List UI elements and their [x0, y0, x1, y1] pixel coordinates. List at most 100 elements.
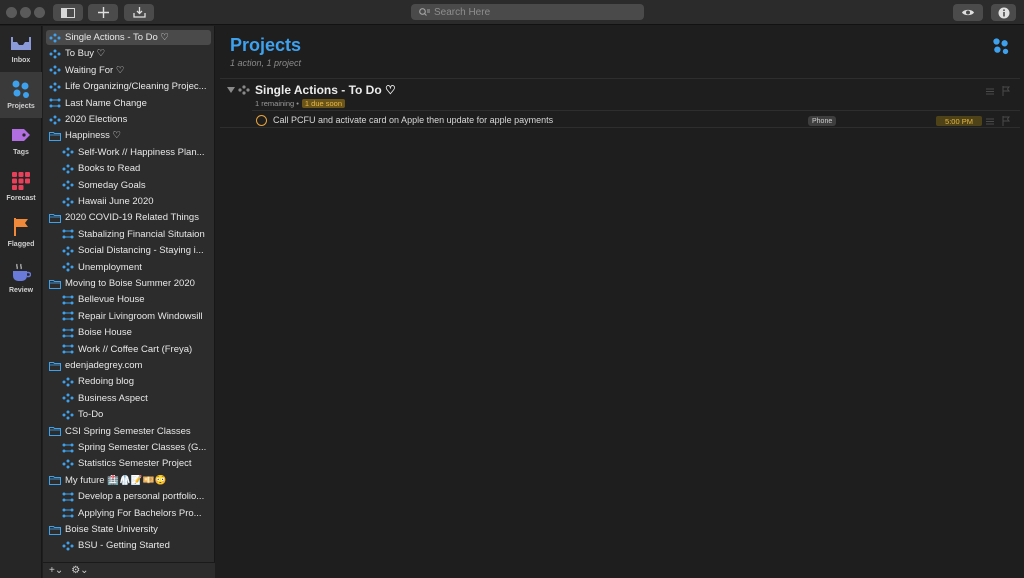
sidebar-item[interactable]: Someday Goals	[62, 178, 208, 193]
folder-icon	[49, 279, 61, 289]
sidebar-item-label: Boise House	[78, 327, 132, 339]
task-title[interactable]: Call PCFU and activate card on Apple the…	[273, 115, 553, 125]
sidebar-item[interactable]: Statistics Semester Project	[62, 456, 208, 471]
sidebar-item-label: To Buy ♡	[65, 48, 106, 60]
sidebar-item-label: Self-Work // Happiness Plan...	[78, 146, 205, 158]
sidebar-item[interactable]: Life Organizing/Cleaning Projec...	[49, 79, 208, 94]
sidebar-item[interactable]: Happiness ♡	[49, 128, 208, 143]
sidebar-item-label: Business Aspect	[78, 392, 148, 404]
settings-menu-button[interactable]: ⚙⌄	[71, 565, 88, 576]
flag-icon[interactable]	[1002, 86, 1010, 96]
task-tag[interactable]: Phone	[808, 116, 837, 126]
flag-icon	[14, 218, 28, 236]
project-icon	[62, 147, 74, 157]
sidebar-item-label: Develop a personal portfolio...	[78, 491, 205, 503]
sidebar-item[interactable]: Work // Coffee Cart (Freya)	[62, 342, 208, 357]
sidebar-item[interactable]: Books to Read	[62, 161, 208, 176]
flag-icon[interactable]	[1002, 116, 1010, 126]
sidebar-item-label: Redoing blog	[78, 376, 134, 388]
note-icon[interactable]	[986, 118, 994, 125]
sidebar-item[interactable]: Repair Livingroom Windowsill	[62, 309, 208, 324]
project-icon	[49, 65, 61, 75]
perspective-flagged[interactable]: Flagged	[0, 210, 42, 256]
disclosure-triangle-icon[interactable]	[227, 87, 235, 93]
sidebar-item[interactable]: Unemployment	[62, 260, 208, 275]
project-icon	[62, 262, 74, 272]
project-icon	[62, 541, 74, 551]
sidebar-item[interactable]: To Buy ♡	[49, 46, 208, 61]
perspective-inbox[interactable]: Inbox	[0, 26, 42, 72]
sidebar-item[interactable]: Applying For Bachelors Pro...	[62, 506, 208, 521]
perspective-review[interactable]: Review	[0, 256, 42, 302]
sidebar-item-label: Spring Semester Classes (G...	[78, 442, 207, 453]
sidebar-item-label: Life Organizing/Cleaning Projec...	[65, 81, 207, 93]
perspective-label: Inbox	[11, 57, 31, 64]
project-title[interactable]: Single Actions - To Do ♡	[255, 83, 396, 97]
sidebar-item-label: 2020 Elections	[65, 114, 128, 125]
sidebar-item[interactable]: BSU - Getting Started	[62, 538, 208, 553]
new-item-button[interactable]	[88, 4, 118, 21]
sidebar-item[interactable]: Self-Work // Happiness Plan...	[62, 145, 208, 160]
task-checkbox[interactable]	[256, 115, 267, 126]
sidebar-item[interactable]: Redoing blog	[62, 374, 208, 389]
perspective-projects[interactable]: Projects	[0, 72, 42, 118]
sidebar-item[interactable]: Spring Semester Classes (G...	[62, 440, 208, 455]
sidebar-item[interactable]: Hawaii June 2020	[62, 194, 208, 209]
sidebar-item[interactable]: Moving to Boise Summer 2020	[49, 276, 208, 291]
sidebar-item[interactable]: Stabalizing Financial Situtaion	[62, 227, 208, 242]
omnifocus-window: Inbox Projects Tags Forecast Flagged Rev…	[0, 0, 1024, 578]
info-icon	[998, 7, 1009, 18]
sidebar-item[interactable]: edenjadegrey.com	[49, 358, 208, 373]
sidebar-item[interactable]: Boise House	[62, 325, 208, 340]
folder-icon	[49, 361, 61, 371]
note-icon[interactable]	[986, 88, 994, 95]
due-soon-badge: 1 due soon	[301, 99, 346, 108]
task-due-date[interactable]: 5:00 PM	[936, 116, 982, 126]
sidebar-footer: +⌄ ⚙⌄	[43, 562, 215, 578]
minimize-window-button[interactable]	[20, 7, 31, 18]
zoom-window-button[interactable]	[34, 7, 45, 18]
project-icon	[62, 377, 74, 387]
sidebar-item[interactable]: Develop a personal portfolio...	[62, 489, 208, 504]
sidebar-item[interactable]: CSI Spring Semester Classes	[49, 424, 208, 439]
search-field[interactable]	[411, 4, 644, 20]
sidebar-item-label: Waiting For ♡	[65, 64, 125, 76]
sidebar-item[interactable]: My future 🏥🥼📝💴😳	[49, 473, 208, 488]
inspector-button[interactable]	[991, 4, 1016, 21]
sidebar-item[interactable]: Single Actions - To Do ♡	[46, 30, 211, 45]
sequential-project-icon	[62, 295, 74, 305]
project-icon	[62, 164, 74, 174]
sidebar-item-label: Social Distancing - Staying i...	[78, 245, 204, 257]
perspective-forecast[interactable]: Forecast	[0, 164, 42, 210]
sidebar-item[interactable]: 2020 COVID-19 Related Things	[49, 210, 208, 225]
close-window-button[interactable]	[6, 7, 17, 18]
add-menu-button[interactable]: +⌄	[49, 565, 63, 576]
sidebar-item[interactable]: Last Name Change	[49, 96, 208, 111]
clean-up-button[interactable]	[124, 4, 154, 21]
sidebar-item-label: Moving to Boise Summer 2020	[65, 278, 195, 289]
folder-icon	[49, 426, 61, 437]
toggle-sidebar-button[interactable]	[53, 4, 83, 21]
page-title: Projects	[230, 35, 302, 55]
sidebar-item[interactable]: 2020 Elections	[49, 112, 208, 127]
perspective-tags[interactable]: Tags	[0, 118, 42, 164]
clean-up-icon	[132, 7, 146, 18]
sidebar-item-label: Work // Coffee Cart (Freya)	[78, 343, 193, 355]
sidebar-item-label: Statistics Semester Project	[78, 458, 192, 470]
search-input[interactable]	[434, 6, 634, 18]
divider	[220, 78, 1020, 79]
sidebar-item[interactable]: Boise State University	[49, 522, 208, 537]
sidebar-item[interactable]: Bellevue House	[62, 292, 208, 307]
sidebar-item[interactable]: To-Do	[62, 407, 208, 422]
sidebar-item-label: Single Actions - To Do ♡	[65, 32, 169, 43]
plus-icon	[97, 7, 109, 18]
folder-icon	[49, 525, 61, 535]
perspective-label: Forecast	[6, 195, 36, 202]
sidebar-item-label: Last Name Change	[65, 97, 147, 109]
sidebar-item[interactable]: Business Aspect	[62, 391, 208, 406]
view-options-button[interactable]	[953, 4, 983, 21]
sequential-project-icon	[62, 492, 74, 502]
sidebar-item[interactable]: Waiting For ♡	[49, 63, 208, 78]
sidebar-item[interactable]: Social Distancing - Staying i...	[62, 243, 208, 258]
toolbar	[0, 0, 1024, 25]
